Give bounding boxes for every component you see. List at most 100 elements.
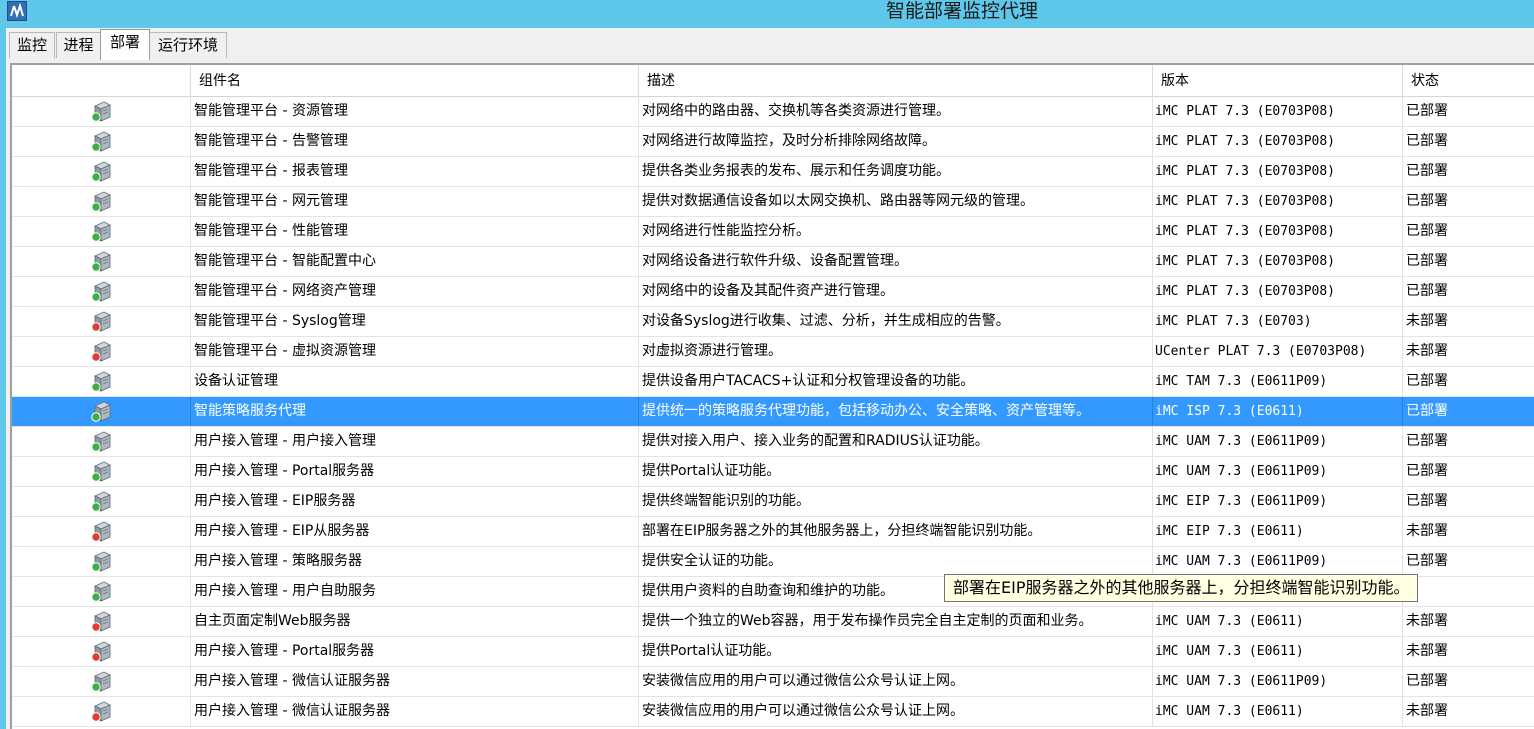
component-description: 提供Portal认证功能。 (638, 457, 1152, 486)
component-name: 智能管理平台 - 虚拟资源管理 (190, 337, 638, 366)
component-version: iMC ISP 7.3 (E0611) (1152, 397, 1402, 426)
component-version: iMC PLAT 7.3 (E0703P08) (1152, 157, 1402, 186)
table-row[interactable]: 自主页面定制Web服务器 提供一个独立的Web容器，用于发布操作员完全自主定制的页… (12, 607, 1534, 637)
deployed-server-icon (89, 460, 113, 484)
table-row[interactable]: 智能管理平台 - 报表管理 提供各类业务报表的发布、展示和任务调度功能。 iMC P… (12, 157, 1534, 187)
deployed-server-icon (89, 130, 113, 154)
tab-runtime-env[interactable]: 运行环境 (149, 32, 227, 58)
column-header-icon[interactable] (12, 65, 190, 97)
tab-process[interactable]: 进程 (56, 32, 101, 58)
component-version: iMC UAM 7.3 (E0611P09) (1152, 547, 1402, 576)
component-version: iMC UAM 7.3 (E0611P09) (1152, 667, 1402, 696)
status-icon-cell (12, 487, 190, 516)
component-name: 智能管理平台 - Syslog管理 (190, 307, 638, 336)
status-icon-cell (12, 127, 190, 156)
component-status: 已部署 (1402, 487, 1534, 516)
deployed-server-icon (89, 670, 113, 694)
deployed-server-icon (89, 490, 113, 514)
deployed-server-icon (89, 280, 113, 304)
status-icon-cell (12, 517, 190, 546)
component-name: 用户接入管理 - 微信认证服务器 (190, 697, 638, 726)
status-icon-cell (12, 637, 190, 666)
column-header-status[interactable]: 状态 (1402, 65, 1534, 97)
table-row[interactable]: 智能管理平台 - 告警管理 对网络进行故障监控，及时分析排除网络故障。 iMC PL… (12, 127, 1534, 157)
component-status: 未部署 (1402, 337, 1534, 366)
component-name: 智能管理平台 - 网元管理 (190, 187, 638, 216)
component-version: iMC PLAT 7.3 (E0703P08) (1152, 217, 1402, 246)
table-row[interactable]: 用户接入管理 - 微信认证服务器 安装微信应用的用户可以通过微信公众号认证上网。 i… (12, 667, 1534, 697)
table-row[interactable]: 用户接入管理 - 策略服务器 提供安全认证的功能。 iMC UAM 7.3 (E06… (12, 547, 1534, 577)
component-status: 已部署 (1402, 217, 1534, 246)
component-name: 用户接入管理 - 微信认证服务器 (190, 667, 638, 696)
column-header-version[interactable]: 版本 (1152, 65, 1402, 97)
component-version: iMC PLAT 7.3 (E0703) (1152, 307, 1402, 336)
component-status: 未部署 (1402, 517, 1534, 546)
component-description: 对网络进行故障监控，及时分析排除网络故障。 (638, 127, 1152, 156)
table-row[interactable]: 用户接入管理 - 用户接入管理 提供对接入用户、接入业务的配置和RADIUS认证功… (12, 427, 1534, 457)
table-row[interactable]: 用户接入管理 - EIP从服务器 部署在EIP服务器之外的其他服务器上，分担终端智… (12, 517, 1534, 547)
undeployed-server-icon (89, 520, 113, 544)
component-status: 已部署 (1402, 547, 1534, 576)
table-row[interactable]: 智能管理平台 - 智能配置中心 对网络设备进行软件升级、设备配置管理。 iMC PL… (12, 247, 1534, 277)
undeployed-server-icon (89, 610, 113, 634)
status-icon-cell (12, 547, 190, 576)
undeployed-server-icon (89, 310, 113, 334)
component-description: 对网络设备进行软件升级、设备配置管理。 (638, 247, 1152, 276)
component-name: 智能管理平台 - 性能管理 (190, 217, 638, 246)
component-status: 已部署 (1402, 187, 1534, 216)
component-table[interactable]: 组件名 描述 版本 状态 智能管理平台 - 资源管理 对网络中的路由器、交换机等各… (10, 63, 1534, 729)
table-row[interactable]: 智能管理平台 - 网元管理 提供对数据通信设备如以太网交换机、路由器等网元级的管理… (12, 187, 1534, 217)
tab-monitor[interactable]: 监控 (9, 32, 55, 58)
component-name: 智能管理平台 - 资源管理 (190, 97, 638, 126)
tab-strip: 监控 进程 运行环境 部署 (6, 28, 1534, 60)
component-name: 智能管理平台 - 智能配置中心 (190, 247, 638, 276)
component-version: iMC UAM 7.3 (E0611) (1152, 637, 1402, 666)
component-version: iMC PLAT 7.3 (E0703P08) (1152, 127, 1402, 156)
component-version: iMC EIP 7.3 (E0611) (1152, 517, 1402, 546)
component-status: 已部署 (1402, 667, 1534, 696)
deployed-server-icon (89, 100, 113, 124)
component-name: 用户接入管理 - Portal服务器 (190, 637, 638, 666)
deployed-server-icon (89, 580, 113, 604)
component-version: iMC UAM 7.3 (E0611) (1152, 607, 1402, 636)
table-row[interactable]: 用户接入管理 - Portal服务器 提供Portal认证功能。 iMC UAM 7… (12, 637, 1534, 667)
undeployed-server-icon (89, 640, 113, 664)
table-row[interactable]: 用户接入管理 - EIP服务器 提供终端智能识别的功能。 iMC EIP 7.3 (… (12, 487, 1534, 517)
component-description: 提供Portal认证功能。 (638, 637, 1152, 666)
status-icon-cell (12, 157, 190, 186)
table-row[interactable]: 用户接入管理 - 微信认证服务器 安装微信应用的用户可以通过微信公众号认证上网。 i… (12, 697, 1534, 727)
table-row[interactable]: 智能管理平台 - 网络资产管理 对网络中的设备及其配件资产进行管理。 iMC PLA… (12, 277, 1534, 307)
table-row[interactable]: 智能管理平台 - 性能管理 对网络进行性能监控分析。 iMC PLAT 7.3 (E… (12, 217, 1534, 247)
component-name: 用户接入管理 - EIP服务器 (190, 487, 638, 516)
table-row[interactable]: 用户接入管理 - Portal服务器 提供Portal认证功能。 iMC UAM 7… (12, 457, 1534, 487)
component-name: 用户接入管理 - 策略服务器 (190, 547, 638, 576)
deployed-server-icon (89, 400, 113, 424)
table-row[interactable]: 智能管理平台 - Syslog管理 对设备Syslog进行收集、过滤、分析，并生成… (12, 307, 1534, 337)
column-header-description[interactable]: 描述 (638, 65, 1152, 97)
component-description: 提供终端智能识别的功能。 (638, 487, 1152, 516)
table-row[interactable]: 智能管理平台 - 虚拟资源管理 对虚拟资源进行管理。 UCenter PLAT 7.… (12, 337, 1534, 367)
deployed-server-icon (89, 250, 113, 274)
deployed-server-icon (89, 550, 113, 574)
component-status: 已部署 (1402, 457, 1534, 486)
status-icon-cell (12, 187, 190, 216)
component-version: iMC PLAT 7.3 (E0703P08) (1152, 247, 1402, 276)
column-header-name[interactable]: 组件名 (190, 65, 638, 97)
component-status: 已部署 (1402, 157, 1534, 186)
imc-logo-icon (7, 1, 27, 21)
component-name: 设备认证管理 (190, 367, 638, 396)
tab-deploy[interactable]: 部署 (100, 29, 150, 60)
component-version: iMC UAM 7.3 (E0611) (1152, 697, 1402, 726)
status-icon-cell (12, 607, 190, 636)
table-row[interactable]: 智能管理平台 - 资源管理 对网络中的路由器、交换机等各类资源进行管理。 iMC P… (12, 97, 1534, 127)
title-bar[interactable]: 智能部署监控代理 (0, 0, 1534, 28)
table-row[interactable]: 设备认证管理 提供设备用户TACACS+认证和分权管理设备的功能。 iMC TAM … (12, 367, 1534, 397)
status-icon-cell (12, 277, 190, 306)
tooltip: 部署在EIP服务器之外的其他服务器上，分担终端智能识别功能。 (944, 574, 1419, 602)
table-row[interactable]: 智能策略服务代理 提供统一的策略服务代理功能，包括移动办公、安全策略、资产管理等。… (12, 397, 1534, 427)
status-icon-cell (12, 667, 190, 696)
component-name: 用户接入管理 - EIP从服务器 (190, 517, 638, 546)
component-version: iMC TAM 7.3 (E0611P09) (1152, 367, 1402, 396)
status-icon-cell (12, 577, 190, 606)
component-status: 已部署 (1402, 127, 1534, 156)
